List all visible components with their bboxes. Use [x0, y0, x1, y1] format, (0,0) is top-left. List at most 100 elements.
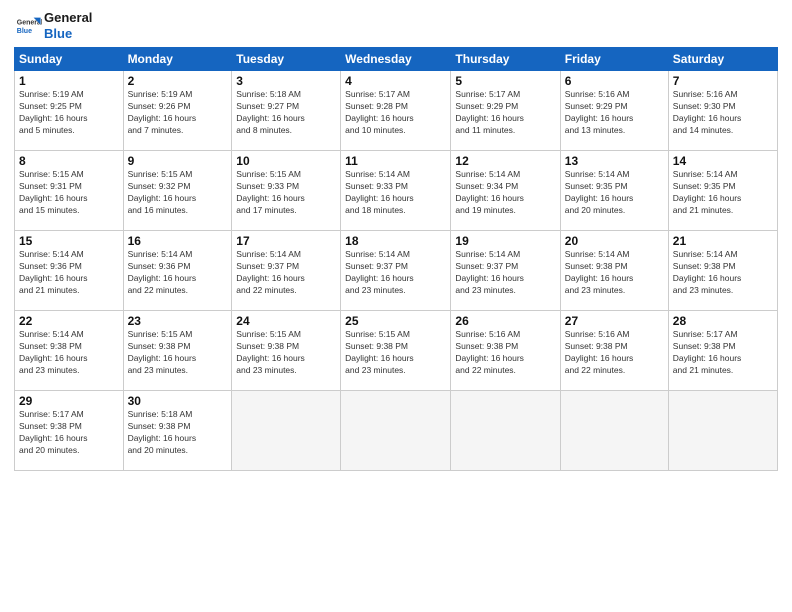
- day-cell-3: 3Sunrise: 5:18 AM Sunset: 9:27 PM Daylig…: [232, 71, 341, 151]
- day-number: 12: [455, 154, 555, 168]
- day-info: Sunrise: 5:19 AM Sunset: 9:26 PM Dayligh…: [128, 89, 228, 137]
- empty-cell: [668, 391, 777, 471]
- day-info: Sunrise: 5:15 AM Sunset: 9:33 PM Dayligh…: [236, 169, 336, 217]
- day-info: Sunrise: 5:14 AM Sunset: 9:35 PM Dayligh…: [673, 169, 773, 217]
- day-info: Sunrise: 5:14 AM Sunset: 9:37 PM Dayligh…: [345, 249, 446, 297]
- empty-cell: [232, 391, 341, 471]
- day-info: Sunrise: 5:16 AM Sunset: 9:29 PM Dayligh…: [565, 89, 664, 137]
- day-number: 16: [128, 234, 228, 248]
- day-cell-6: 6Sunrise: 5:16 AM Sunset: 9:29 PM Daylig…: [560, 71, 668, 151]
- day-info: Sunrise: 5:14 AM Sunset: 9:35 PM Dayligh…: [565, 169, 664, 217]
- day-cell-7: 7Sunrise: 5:16 AM Sunset: 9:30 PM Daylig…: [668, 71, 777, 151]
- day-number: 20: [565, 234, 664, 248]
- empty-cell: [560, 391, 668, 471]
- day-cell-20: 20Sunrise: 5:14 AM Sunset: 9:38 PM Dayli…: [560, 231, 668, 311]
- day-info: Sunrise: 5:17 AM Sunset: 9:28 PM Dayligh…: [345, 89, 446, 137]
- day-number: 30: [128, 394, 228, 408]
- day-number: 6: [565, 74, 664, 88]
- logo: General Blue General Blue: [14, 10, 92, 41]
- day-number: 18: [345, 234, 446, 248]
- day-cell-16: 16Sunrise: 5:14 AM Sunset: 9:36 PM Dayli…: [123, 231, 232, 311]
- day-number: 29: [19, 394, 119, 408]
- day-cell-22: 22Sunrise: 5:14 AM Sunset: 9:38 PM Dayli…: [15, 311, 124, 391]
- day-cell-26: 26Sunrise: 5:16 AM Sunset: 9:38 PM Dayli…: [451, 311, 560, 391]
- day-cell-13: 13Sunrise: 5:14 AM Sunset: 9:35 PM Dayli…: [560, 151, 668, 231]
- column-header-friday: Friday: [560, 48, 668, 71]
- day-cell-29: 29Sunrise: 5:17 AM Sunset: 9:38 PM Dayli…: [15, 391, 124, 471]
- day-info: Sunrise: 5:15 AM Sunset: 9:38 PM Dayligh…: [345, 329, 446, 377]
- day-number: 27: [565, 314, 664, 328]
- column-header-wednesday: Wednesday: [341, 48, 451, 71]
- day-cell-17: 17Sunrise: 5:14 AM Sunset: 9:37 PM Dayli…: [232, 231, 341, 311]
- day-info: Sunrise: 5:17 AM Sunset: 9:38 PM Dayligh…: [19, 409, 119, 457]
- page-header: General Blue General Blue: [14, 10, 778, 41]
- day-info: Sunrise: 5:14 AM Sunset: 9:33 PM Dayligh…: [345, 169, 446, 217]
- column-header-saturday: Saturday: [668, 48, 777, 71]
- day-info: Sunrise: 5:14 AM Sunset: 9:37 PM Dayligh…: [236, 249, 336, 297]
- day-cell-27: 27Sunrise: 5:16 AM Sunset: 9:38 PM Dayli…: [560, 311, 668, 391]
- day-number: 1: [19, 74, 119, 88]
- day-info: Sunrise: 5:15 AM Sunset: 9:38 PM Dayligh…: [128, 329, 228, 377]
- day-cell-11: 11Sunrise: 5:14 AM Sunset: 9:33 PM Dayli…: [341, 151, 451, 231]
- calendar-table: SundayMondayTuesdayWednesdayThursdayFrid…: [14, 47, 778, 471]
- svg-text:Blue: Blue: [17, 28, 32, 35]
- day-info: Sunrise: 5:14 AM Sunset: 9:38 PM Dayligh…: [565, 249, 664, 297]
- empty-cell: [451, 391, 560, 471]
- column-header-sunday: Sunday: [15, 48, 124, 71]
- day-cell-4: 4Sunrise: 5:17 AM Sunset: 9:28 PM Daylig…: [341, 71, 451, 151]
- day-cell-28: 28Sunrise: 5:17 AM Sunset: 9:38 PM Dayli…: [668, 311, 777, 391]
- day-number: 21: [673, 234, 773, 248]
- day-cell-25: 25Sunrise: 5:15 AM Sunset: 9:38 PM Dayli…: [341, 311, 451, 391]
- day-cell-10: 10Sunrise: 5:15 AM Sunset: 9:33 PM Dayli…: [232, 151, 341, 231]
- day-number: 10: [236, 154, 336, 168]
- day-number: 8: [19, 154, 119, 168]
- calendar-week-3: 15Sunrise: 5:14 AM Sunset: 9:36 PM Dayli…: [15, 231, 778, 311]
- day-info: Sunrise: 5:14 AM Sunset: 9:36 PM Dayligh…: [128, 249, 228, 297]
- day-info: Sunrise: 5:14 AM Sunset: 9:36 PM Dayligh…: [19, 249, 119, 297]
- day-number: 23: [128, 314, 228, 328]
- day-number: 25: [345, 314, 446, 328]
- calendar-week-4: 22Sunrise: 5:14 AM Sunset: 9:38 PM Dayli…: [15, 311, 778, 391]
- day-number: 11: [345, 154, 446, 168]
- day-info: Sunrise: 5:16 AM Sunset: 9:38 PM Dayligh…: [565, 329, 664, 377]
- day-cell-5: 5Sunrise: 5:17 AM Sunset: 9:29 PM Daylig…: [451, 71, 560, 151]
- day-number: 7: [673, 74, 773, 88]
- day-info: Sunrise: 5:18 AM Sunset: 9:27 PM Dayligh…: [236, 89, 336, 137]
- day-info: Sunrise: 5:15 AM Sunset: 9:38 PM Dayligh…: [236, 329, 336, 377]
- day-info: Sunrise: 5:15 AM Sunset: 9:32 PM Dayligh…: [128, 169, 228, 217]
- day-info: Sunrise: 5:14 AM Sunset: 9:38 PM Dayligh…: [19, 329, 119, 377]
- day-info: Sunrise: 5:14 AM Sunset: 9:34 PM Dayligh…: [455, 169, 555, 217]
- day-number: 2: [128, 74, 228, 88]
- day-number: 9: [128, 154, 228, 168]
- day-number: 3: [236, 74, 336, 88]
- day-number: 13: [565, 154, 664, 168]
- calendar-week-5: 29Sunrise: 5:17 AM Sunset: 9:38 PM Dayli…: [15, 391, 778, 471]
- day-cell-8: 8Sunrise: 5:15 AM Sunset: 9:31 PM Daylig…: [15, 151, 124, 231]
- day-cell-2: 2Sunrise: 5:19 AM Sunset: 9:26 PM Daylig…: [123, 71, 232, 151]
- day-cell-24: 24Sunrise: 5:15 AM Sunset: 9:38 PM Dayli…: [232, 311, 341, 391]
- day-cell-19: 19Sunrise: 5:14 AM Sunset: 9:37 PM Dayli…: [451, 231, 560, 311]
- day-info: Sunrise: 5:18 AM Sunset: 9:38 PM Dayligh…: [128, 409, 228, 457]
- day-info: Sunrise: 5:17 AM Sunset: 9:38 PM Dayligh…: [673, 329, 773, 377]
- day-info: Sunrise: 5:16 AM Sunset: 9:38 PM Dayligh…: [455, 329, 555, 377]
- day-info: Sunrise: 5:15 AM Sunset: 9:31 PM Dayligh…: [19, 169, 119, 217]
- column-header-tuesday: Tuesday: [232, 48, 341, 71]
- day-info: Sunrise: 5:14 AM Sunset: 9:38 PM Dayligh…: [673, 249, 773, 297]
- day-cell-1: 1Sunrise: 5:19 AM Sunset: 9:25 PM Daylig…: [15, 71, 124, 151]
- day-info: Sunrise: 5:14 AM Sunset: 9:37 PM Dayligh…: [455, 249, 555, 297]
- day-number: 24: [236, 314, 336, 328]
- day-number: 14: [673, 154, 773, 168]
- day-cell-23: 23Sunrise: 5:15 AM Sunset: 9:38 PM Dayli…: [123, 311, 232, 391]
- day-number: 17: [236, 234, 336, 248]
- day-cell-9: 9Sunrise: 5:15 AM Sunset: 9:32 PM Daylig…: [123, 151, 232, 231]
- empty-cell: [341, 391, 451, 471]
- column-header-thursday: Thursday: [451, 48, 560, 71]
- day-cell-21: 21Sunrise: 5:14 AM Sunset: 9:38 PM Dayli…: [668, 231, 777, 311]
- day-number: 19: [455, 234, 555, 248]
- calendar-week-1: 1Sunrise: 5:19 AM Sunset: 9:25 PM Daylig…: [15, 71, 778, 151]
- day-cell-18: 18Sunrise: 5:14 AM Sunset: 9:37 PM Dayli…: [341, 231, 451, 311]
- day-number: 4: [345, 74, 446, 88]
- day-cell-12: 12Sunrise: 5:14 AM Sunset: 9:34 PM Dayli…: [451, 151, 560, 231]
- calendar-week-2: 8Sunrise: 5:15 AM Sunset: 9:31 PM Daylig…: [15, 151, 778, 231]
- day-cell-15: 15Sunrise: 5:14 AM Sunset: 9:36 PM Dayli…: [15, 231, 124, 311]
